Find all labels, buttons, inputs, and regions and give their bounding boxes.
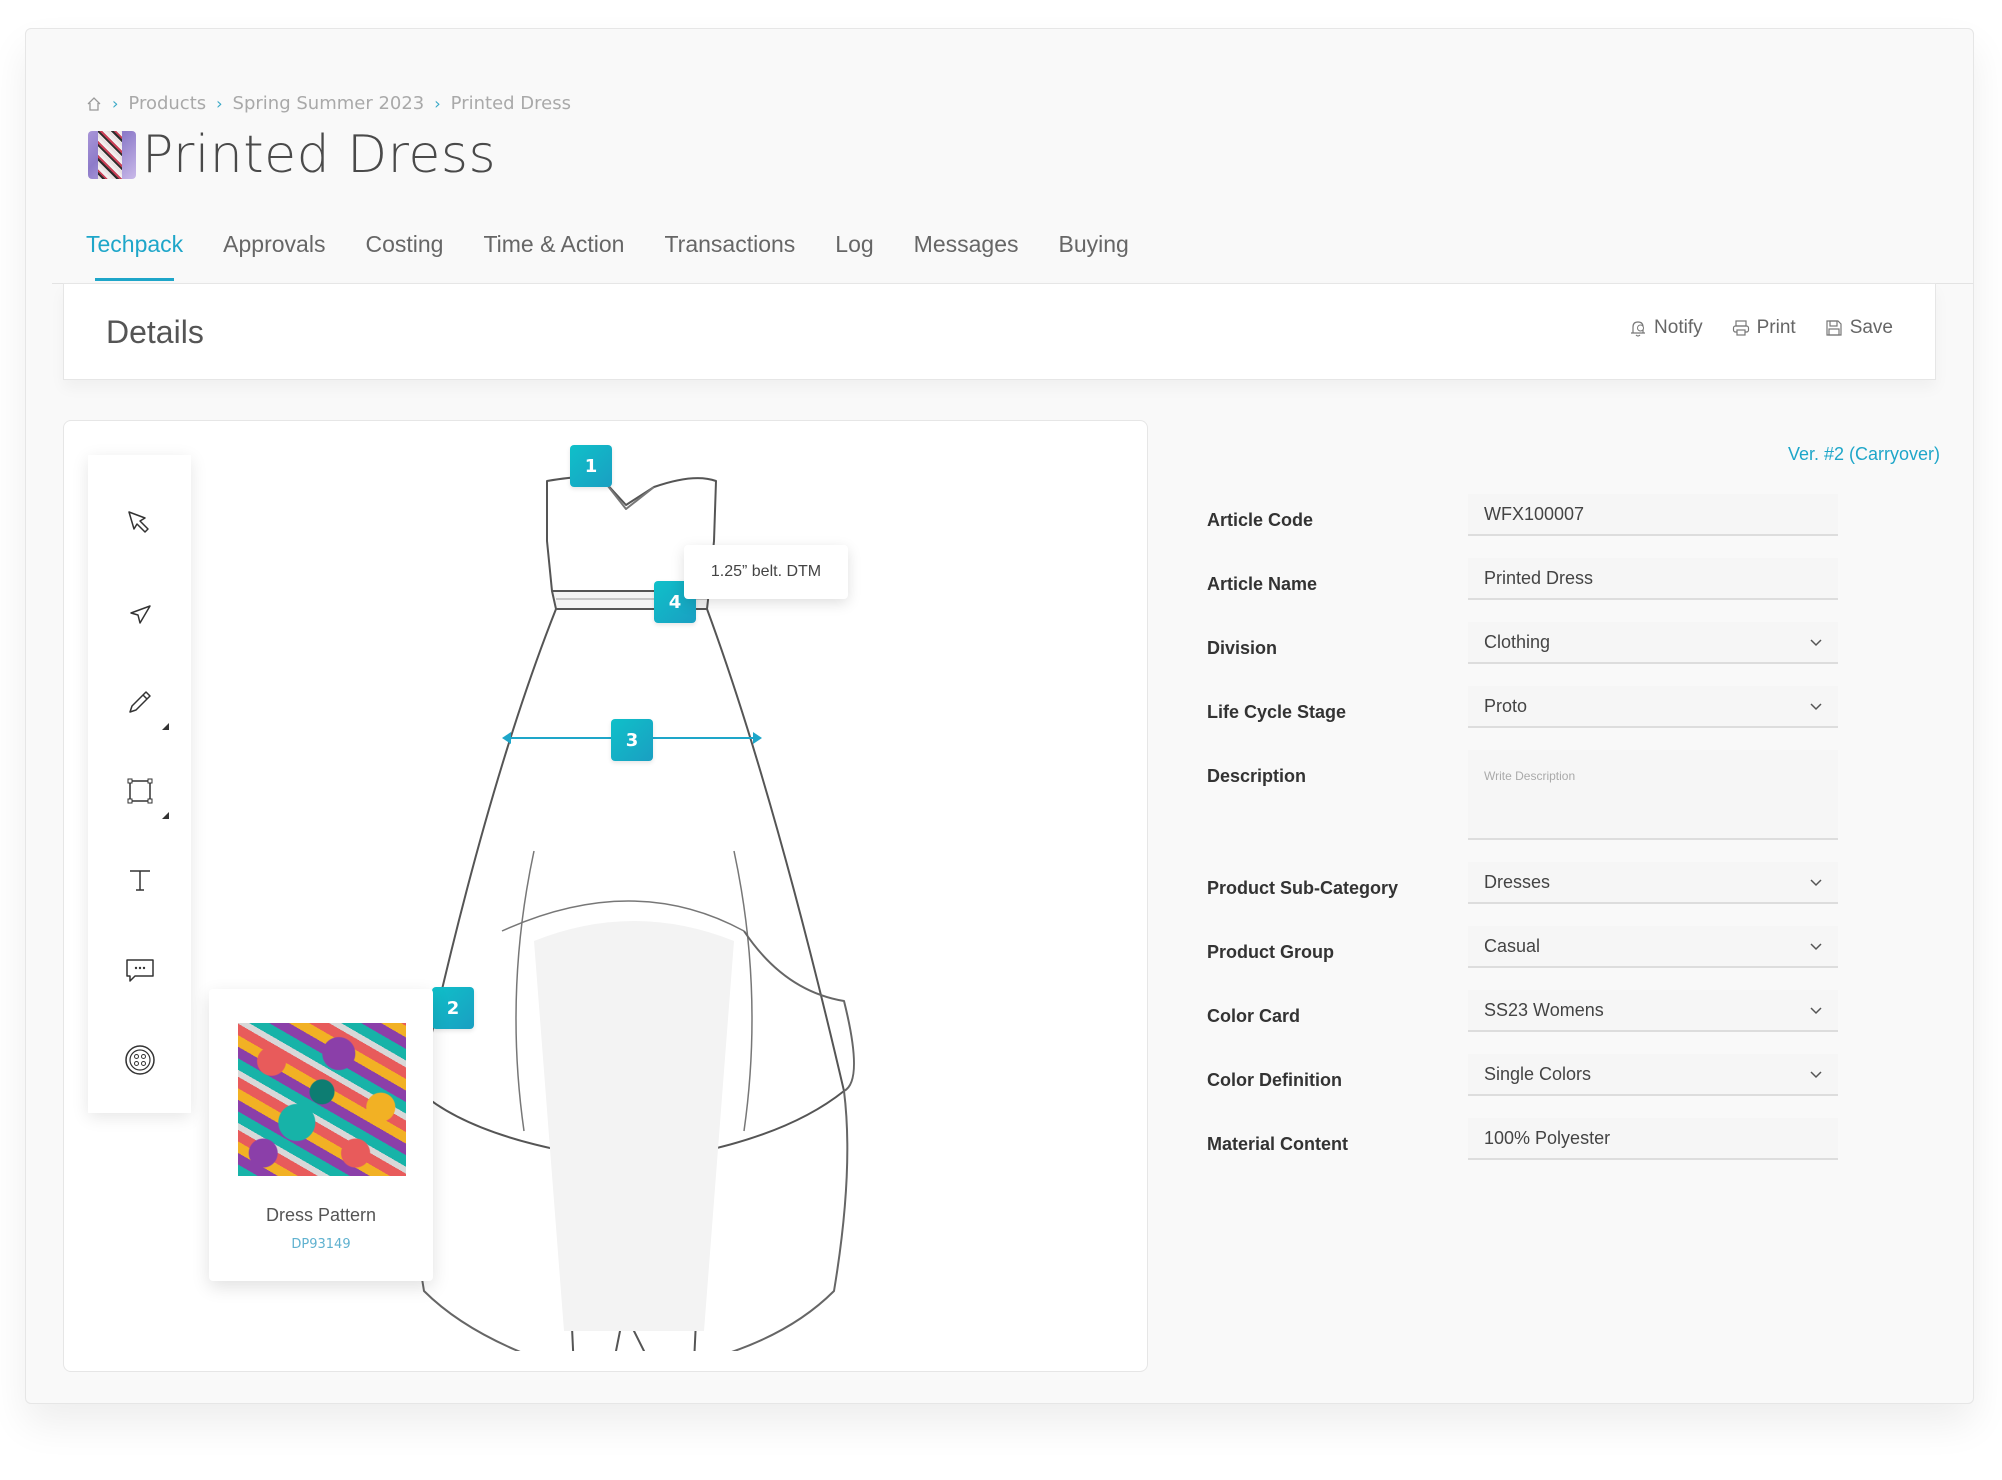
- breadcrumb-item-current: Printed Dress: [450, 93, 571, 114]
- chevron-right-icon: ›: [216, 94, 223, 113]
- chevron-down-icon: [1810, 943, 1822, 951]
- pencil-tool[interactable]: [88, 672, 191, 732]
- floppy-disk-icon: [1826, 320, 1842, 336]
- select-arrow-icon: [127, 511, 149, 533]
- chevron-right-icon: ›: [112, 94, 119, 113]
- direct-select-icon: [129, 605, 151, 624]
- pattern-code[interactable]: DP93149: [209, 1237, 433, 1252]
- tab-log[interactable]: Log: [835, 231, 873, 281]
- drawing-toolbar: [88, 455, 191, 1113]
- chevron-down-icon: [1810, 879, 1822, 887]
- article-code-input[interactable]: WFX100007: [1468, 494, 1838, 536]
- direct-select-tool[interactable]: [88, 583, 191, 643]
- tab-approvals[interactable]: Approvals: [223, 231, 325, 281]
- comment-tool[interactable]: [88, 939, 191, 999]
- description-textarea[interactable]: Write Description: [1468, 750, 1838, 840]
- marker-1[interactable]: 1: [570, 445, 612, 487]
- pattern-card[interactable]: Dress Pattern DP93149: [209, 989, 433, 1281]
- print-button[interactable]: Print: [1731, 317, 1796, 339]
- field-label: Material Content: [1207, 1134, 1349, 1154]
- printer-icon: [1732, 320, 1749, 336]
- rectangle-tool[interactable]: [88, 761, 191, 821]
- chevron-down-icon: [1810, 1007, 1822, 1015]
- tab-buying[interactable]: Buying: [1059, 231, 1129, 281]
- chevron-right-icon: ›: [434, 94, 441, 113]
- color-definition-select[interactable]: Single Colors: [1468, 1054, 1838, 1096]
- comment-icon: [125, 959, 154, 982]
- tab-messages[interactable]: Messages: [914, 231, 1019, 281]
- tab-time-action[interactable]: Time & Action: [483, 231, 624, 281]
- life-cycle-stage-select[interactable]: Proto: [1468, 686, 1838, 728]
- material-content-input[interactable]: 100% Polyester: [1468, 1118, 1838, 1160]
- article-name-input[interactable]: Printed Dress: [1468, 558, 1838, 600]
- version-link[interactable]: Ver. #2 (Carryover): [1788, 444, 1940, 465]
- chevron-down-icon: [1810, 1071, 1822, 1079]
- chevron-down-icon: [1810, 703, 1822, 711]
- trim-tool[interactable]: [88, 1030, 191, 1090]
- description-placeholder: Write Description: [1484, 769, 1576, 783]
- tab-techpack[interactable]: Techpack: [86, 231, 183, 281]
- pattern-swatch: [238, 1023, 406, 1176]
- breadcrumb-item-season[interactable]: Spring Summer 2023: [233, 93, 425, 114]
- button-trim-icon: [124, 1045, 155, 1075]
- pattern-name: Dress Pattern: [265, 1205, 377, 1225]
- marker-3[interactable]: 3: [611, 719, 653, 761]
- rectangle-icon: [127, 778, 152, 804]
- submenu-indicator: [162, 723, 169, 730]
- annotation-tooltip: 1.25” belt. DTM: [684, 545, 848, 599]
- field-label: Division: [1207, 638, 1278, 658]
- color-definition-value: Single Colors: [1484, 1064, 1592, 1084]
- life-cycle-stage-value: Proto: [1484, 696, 1528, 716]
- dress-sketch: [411, 476, 855, 1351]
- field-label: Article Name: [1207, 574, 1318, 594]
- product-sub-category-value: Dresses: [1484, 872, 1551, 892]
- tab-costing[interactable]: Costing: [365, 231, 443, 281]
- color-card-value: SS23 Womens: [1484, 1000, 1604, 1020]
- print-label: Print: [1756, 317, 1796, 338]
- field-label: Product Sub-Category: [1207, 878, 1399, 898]
- text-tool[interactable]: [88, 850, 191, 910]
- notify-label: Notify: [1654, 317, 1703, 338]
- select-tool[interactable]: [88, 493, 191, 553]
- field-label: Description: [1207, 766, 1307, 786]
- field-label: Product Group: [1207, 942, 1334, 962]
- breadcrumb: › Products › Spring Summer 2023 › Printe…: [86, 93, 571, 114]
- page-header: Printed Dress: [88, 125, 496, 185]
- section-title: Details: [106, 314, 204, 350]
- home-icon[interactable]: [86, 96, 102, 112]
- save-button[interactable]: Save: [1824, 317, 1893, 339]
- marker-2[interactable]: 2: [432, 987, 474, 1029]
- pencil-icon: [128, 691, 151, 713]
- notify-button[interactable]: Notify: [1628, 317, 1703, 339]
- details-actions: Notify Print Save: [1628, 317, 1893, 339]
- breadcrumb-item-products[interactable]: Products: [128, 93, 206, 114]
- division-value: Clothing: [1484, 632, 1551, 652]
- division-select[interactable]: Clothing: [1468, 622, 1838, 664]
- save-label: Save: [1849, 317, 1893, 338]
- field-label: Article Code: [1207, 510, 1314, 530]
- chevron-down-icon: [1810, 639, 1822, 647]
- product-group-select[interactable]: Casual: [1468, 926, 1838, 968]
- product-group-value: Casual: [1484, 936, 1541, 956]
- product-thumbnail: [88, 131, 136, 179]
- field-label: Life Cycle Stage: [1207, 702, 1347, 722]
- product-sub-category-select[interactable]: Dresses: [1468, 862, 1838, 904]
- page-title: Printed Dress: [142, 125, 497, 185]
- field-label: Color Definition: [1207, 1070, 1342, 1090]
- field-label: Color Card: [1207, 1006, 1301, 1026]
- sketch-canvas[interactable]: 1 2 3 4 1.25” belt. DTM Dress Pattern DP…: [63, 420, 1148, 1372]
- tab-transactions[interactable]: Transactions: [664, 231, 795, 281]
- tab-bar: Techpack Approvals Costing Time & Action…: [86, 231, 1169, 281]
- color-card-select[interactable]: SS23 Womens: [1468, 990, 1838, 1032]
- details-header: Details Notify Print Save: [63, 283, 1936, 380]
- bell-icon: [1631, 321, 1646, 337]
- submenu-indicator: [162, 812, 169, 819]
- text-icon: [129, 870, 150, 891]
